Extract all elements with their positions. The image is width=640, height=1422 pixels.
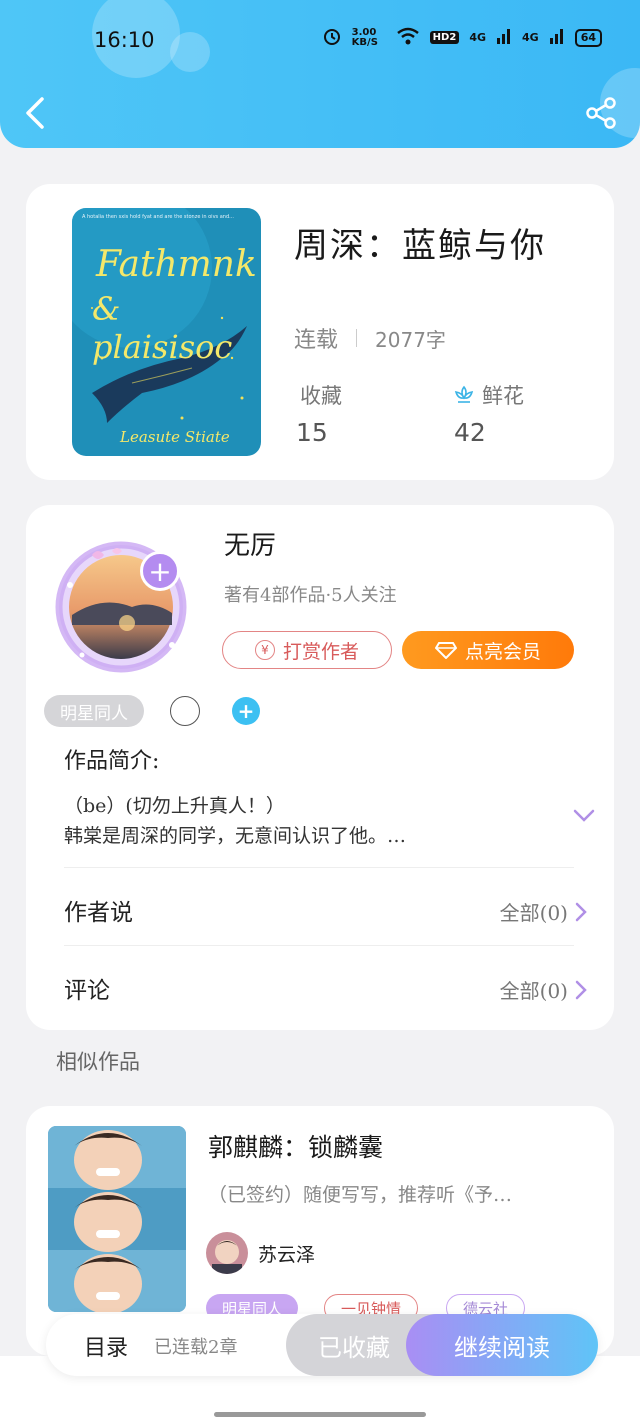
bottom-action-bar: 目录 已连载2章 已收藏 继续阅读 — [46, 1314, 598, 1376]
similar-title: 郭麒麟：锁麟囊 — [208, 1133, 384, 1162]
similar-thumbnail — [48, 1126, 186, 1312]
intro-line-1: （be）(切勿上升真人！） — [64, 795, 285, 817]
comments-label: 评论 — [64, 978, 110, 1004]
expand-intro-button[interactable] — [572, 805, 596, 825]
vip-button[interactable]: 点亮会员 — [402, 631, 574, 669]
hd-icon: HD2 — [429, 31, 460, 44]
tip-author-label: 打赏作者 — [282, 640, 359, 663]
flowers-count: 42 — [454, 418, 486, 447]
similar-author-avatar — [206, 1232, 248, 1274]
author-says-count: 全部(0) — [499, 901, 568, 925]
share-icon — [586, 97, 616, 129]
author-name[interactable]: 无厉 — [224, 525, 276, 562]
author-says-all[interactable]: 全部(0) — [500, 897, 588, 926]
intro-line-2: 韩棠是周深的同学，无意间认识了他。… — [64, 825, 407, 847]
tag-option-circle[interactable] — [170, 696, 200, 726]
diamond-icon — [434, 642, 457, 659]
flower-icon — [454, 385, 474, 403]
meta-divider — [356, 329, 358, 347]
plus-icon: + — [237, 699, 255, 723]
book-card: A hotalia then sxis hold fyat and are th… — [26, 184, 614, 480]
battery-icon: 64 — [574, 28, 602, 47]
flowers-label: 鲜花 — [452, 380, 524, 410]
comments-count: 全部(0) — [499, 979, 568, 1003]
decor-bubble — [170, 32, 210, 72]
similar-author-name: 苏云泽 — [258, 1244, 316, 1266]
signal-label-1: 4G — [469, 31, 486, 44]
signal-icon — [549, 28, 565, 47]
collected-label: 已收藏 — [318, 1333, 390, 1362]
author-says-label: 作者说 — [64, 900, 133, 926]
cover-small-text: A hotalia then sxis hold fyat and are th… — [82, 214, 234, 220]
intro-text[interactable]: （be）(切勿上升真人！） 韩棠是周深的同学，无意间认识了他。… — [64, 791, 514, 851]
vip-label: 点亮会员 — [464, 640, 541, 663]
flowers-label-text: 鲜花 — [482, 384, 524, 408]
plus-icon: + — [148, 554, 172, 588]
chevron-left-icon — [26, 97, 44, 129]
cover-title-line2: & plaisisoc — [92, 290, 233, 366]
intro-heading: 作品简介: — [64, 749, 160, 774]
cover-title-line1: Fathmnk — [96, 244, 257, 285]
book-cover[interactable]: A hotalia then sxis hold fyat and are th… — [72, 208, 261, 456]
net-speed: 3.00 KB/S — [351, 26, 378, 48]
divider — [64, 945, 574, 946]
chevron-right-icon — [575, 902, 587, 921]
category-tag[interactable]: 明星同人 — [44, 695, 144, 727]
follow-author-button[interactable]: + — [140, 551, 180, 591]
book-title: 周深：蓝鲸与你 — [294, 226, 546, 266]
chevron-down-icon — [573, 809, 595, 822]
cover-author: Leasute Stiate — [120, 428, 230, 446]
wifi-icon — [396, 27, 420, 48]
status-icons: 3.00 KB/S HD2 4G 4G 64 — [322, 26, 602, 49]
author-avatar[interactable]: + — [52, 535, 190, 673]
status-time: 16:10 — [94, 28, 155, 52]
continue-reading-button[interactable]: 继续阅读 — [406, 1314, 598, 1376]
back-button[interactable] — [22, 96, 52, 130]
tip-author-button[interactable]: ¥ 打赏作者 — [222, 631, 392, 669]
author-card: + 无厉 著有4部作品·5人关注 ¥ 打赏作者 点亮会员 明星同人 + 作品简介… — [26, 505, 614, 1030]
toc-button[interactable]: 目录 — [84, 1330, 128, 1362]
similar-description: （已签约）随便写写，推荐听《予… — [208, 1184, 513, 1206]
favorites-label: 收藏 — [300, 380, 342, 410]
continue-label: 继续阅读 — [454, 1333, 550, 1362]
signal-icon — [496, 28, 512, 47]
home-indicator[interactable] — [214, 1412, 426, 1417]
alarm-icon — [322, 26, 342, 49]
signal-label-2: 4G — [522, 31, 539, 44]
author-info: 著有4部作品·5人关注 — [224, 585, 397, 606]
chevron-right-icon — [575, 980, 587, 999]
share-button[interactable] — [584, 96, 618, 130]
word-count: 2077字 — [375, 327, 446, 352]
top-header: 16:10 3.00 KB/S HD2 4G 4G 64 — [0, 0, 640, 148]
add-tag-button[interactable]: + — [232, 697, 260, 725]
toc-chapter-count: 已连载2章 — [154, 1337, 238, 1358]
comments-all[interactable]: 全部(0) — [500, 975, 588, 1004]
book-status: 连载 — [294, 328, 339, 353]
book-meta: 连载 2077字 — [294, 322, 446, 354]
favorites-count: 15 — [296, 418, 328, 447]
yen-icon: ¥ — [254, 640, 275, 660]
favorites-label-text: 收藏 — [300, 384, 342, 408]
divider — [64, 867, 574, 868]
similar-heading: 相似作品 — [56, 1050, 140, 1074]
